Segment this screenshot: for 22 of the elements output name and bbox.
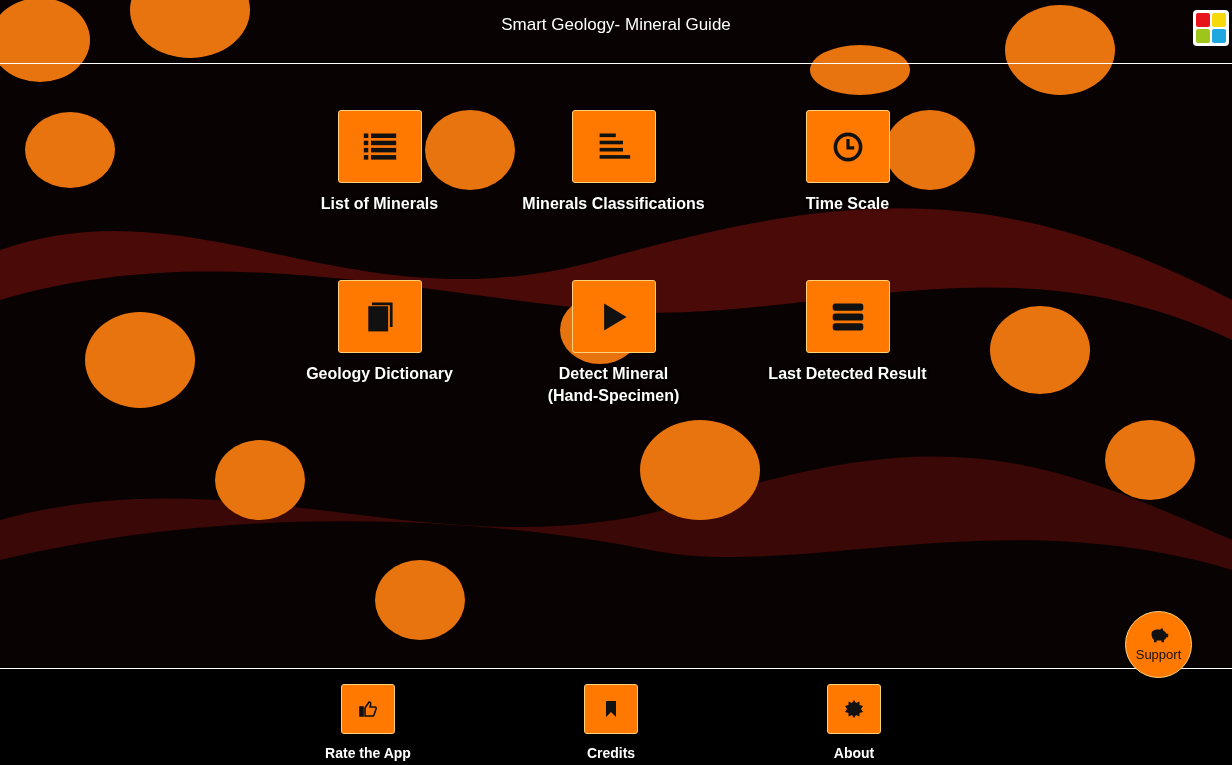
- footer-button[interactable]: [584, 684, 638, 734]
- footer-label[interactable]: Rate the App: [325, 745, 411, 761]
- tile-label[interactable]: Detect Mineral (Hand-Specimen): [538, 363, 689, 407]
- menu-tile-button[interactable]: [805, 280, 890, 353]
- menu-tile-button[interactable]: [337, 110, 422, 183]
- menu-tile-button[interactable]: [571, 110, 656, 183]
- footer-button[interactable]: [341, 684, 395, 734]
- app-grid-icon[interactable]: [1193, 10, 1229, 46]
- footer-label[interactable]: About: [833, 745, 875, 761]
- app-title: Smart Geology- Mineral Guide: [501, 14, 731, 35]
- menu-tile-button[interactable]: [805, 110, 890, 183]
- tile-label[interactable]: Last Detected Result: [768, 363, 927, 385]
- tile-label[interactable]: Minerals Classifications: [522, 193, 705, 215]
- footer-label[interactable]: Credits: [586, 745, 636, 761]
- tile-label[interactable]: Geology Dictionary: [306, 363, 453, 385]
- footer-button[interactable]: [827, 684, 881, 734]
- tile-label[interactable]: Time Scale: [805, 193, 890, 215]
- menu-tile-button[interactable]: [571, 280, 656, 353]
- tile-label[interactable]: List of Minerals: [320, 193, 439, 215]
- badge-icon: [844, 699, 864, 719]
- menu-tile-button[interactable]: [337, 280, 422, 353]
- thumbs-up-icon: [358, 699, 378, 719]
